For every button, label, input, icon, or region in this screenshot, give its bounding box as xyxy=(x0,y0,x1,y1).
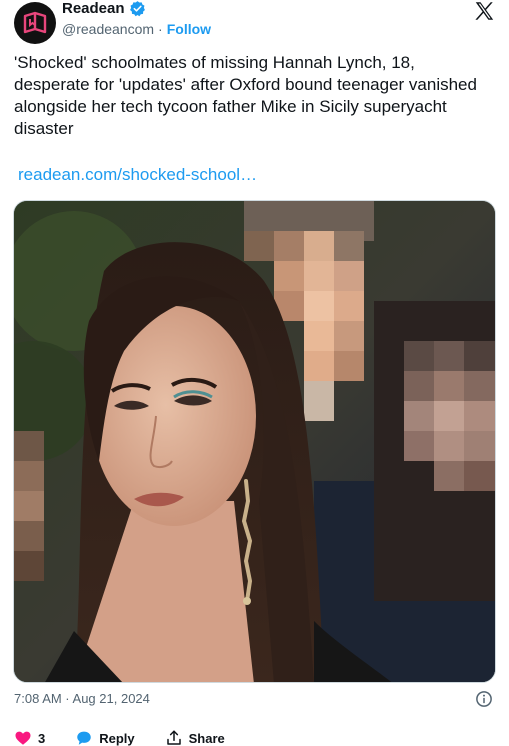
follow-button[interactable]: Follow xyxy=(167,21,211,37)
name-row: Readean xyxy=(62,0,146,17)
verified-badge-icon xyxy=(129,1,145,17)
account-handle[interactable]: @readeancom xyxy=(62,21,154,37)
like-count: 3 xyxy=(38,730,46,746)
readean-logo-icon xyxy=(23,11,47,34)
account-name[interactable]: Readean xyxy=(62,0,125,17)
pixelated-face-left xyxy=(14,431,44,581)
like-button[interactable]: 3 xyxy=(14,729,45,746)
tweet-text: 'Shocked' schoolmates of missing Hannah … xyxy=(14,53,477,138)
reply-label: Reply xyxy=(99,730,135,746)
tweet-photo[interactable] xyxy=(13,200,496,683)
handle-row: @readeancom · Follow xyxy=(62,21,211,37)
tweet-timestamp[interactable]: 7:08 AM · Aug 21, 2024 xyxy=(14,691,150,706)
avatar[interactable] xyxy=(14,2,56,44)
pixelated-face-right xyxy=(374,301,495,601)
handle-separator: · xyxy=(158,21,163,37)
article-link[interactable]: readean.com/shocked-school… xyxy=(18,165,257,185)
share-label: Share xyxy=(188,730,225,746)
share-icon xyxy=(166,730,181,745)
photo-illustration xyxy=(14,201,495,682)
tweet-header: Readean @readeancom · Follow xyxy=(0,0,509,48)
reply-button[interactable]: Reply xyxy=(75,729,135,746)
heart-icon xyxy=(15,731,31,745)
reply-bubble-icon xyxy=(77,731,91,745)
tweet-actions: 3 Reply Share xyxy=(14,727,494,746)
info-icon[interactable] xyxy=(475,690,493,708)
share-button[interactable]: Share xyxy=(165,729,225,746)
x-logo-icon[interactable] xyxy=(473,0,495,22)
